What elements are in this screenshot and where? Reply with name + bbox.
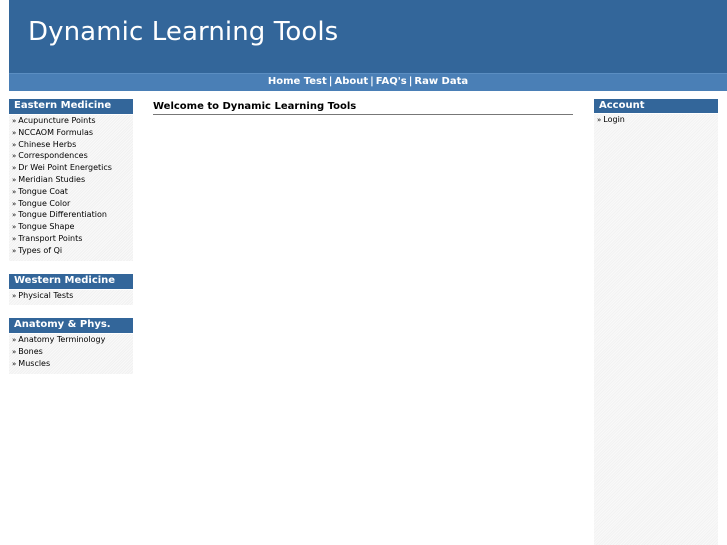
nav-about-link[interactable]: About: [334, 76, 368, 87]
western-medicine-box: Western Medicine » Physical Tests: [9, 273, 133, 306]
link-transport-points[interactable]: Transport Points: [18, 234, 82, 243]
bullet-icon: »: [12, 211, 17, 220]
link-dr-wei-point-energetics[interactable]: Dr Wei Point Energetics: [18, 163, 112, 172]
bullet-icon: »: [12, 117, 17, 125]
left-sidebar: Eastern Medicine » Acupuncture Points » NC…: [9, 99, 133, 545]
list-item: » Physical Tests: [9, 290, 133, 302]
right-sidebar: Account » Login: [594, 99, 718, 545]
link-types-of-qi[interactable]: Types of Qi: [18, 246, 62, 255]
bullet-icon: »: [12, 128, 17, 137]
link-tongue-differentiation[interactable]: Tongue Differentiation: [18, 210, 107, 219]
list-item: » NCCAOM Formulas: [9, 127, 133, 139]
site-title: Dynamic Learning Tools: [28, 17, 339, 47]
link-chinese-herbs[interactable]: Chinese Herbs: [18, 140, 76, 149]
bullet-icon: »: [12, 359, 17, 368]
list-item: » Tongue Coat: [9, 186, 133, 198]
link-tongue-coat[interactable]: Tongue Coat: [18, 187, 68, 196]
list-item: » Transport Points: [9, 233, 133, 245]
link-acupuncture-points[interactable]: Acupuncture Points: [18, 116, 95, 125]
anatomy-phys-title: Anatomy & Phys.: [9, 318, 133, 335]
bullet-icon: »: [12, 140, 17, 149]
bullet-icon: »: [12, 152, 17, 161]
bullet-icon: »: [12, 291, 17, 300]
bullet-icon: »: [12, 199, 17, 208]
list-item: » Types of Qi: [9, 245, 133, 257]
link-correspondences[interactable]: Correspondences: [18, 151, 87, 160]
page-title: Welcome to Dynamic Learning Tools: [153, 99, 573, 115]
link-anatomy-terminology[interactable]: Anatomy Terminology: [18, 335, 105, 344]
nav-home-test-link[interactable]: Home Test: [268, 76, 327, 87]
list-item: » Tongue Color: [9, 198, 133, 210]
bullet-icon: »: [12, 336, 17, 345]
account-list: » Login: [594, 114, 718, 130]
link-physical-tests[interactable]: Physical Tests: [18, 291, 73, 300]
bullet-icon: »: [12, 164, 17, 173]
link-meridian-studies[interactable]: Meridian Studies: [18, 175, 85, 184]
sidebar-spacer: [9, 260, 133, 274]
bullet-icon: »: [597, 116, 602, 124]
eastern-medicine-box: Eastern Medicine » Acupuncture Points » NC…: [9, 99, 133, 261]
anatomy-phys-list: » Anatomy Terminology » Bones » Muscles: [9, 334, 133, 373]
link-nccaom-formulas[interactable]: NCCAOM Formulas: [18, 128, 93, 137]
site-header: Dynamic Learning Tools: [9, 0, 727, 73]
sidebar-spacer: [9, 305, 133, 319]
bullet-icon: »: [12, 246, 17, 255]
list-item: » Anatomy Terminology: [9, 334, 133, 346]
list-item: » Login: [594, 114, 718, 126]
list-item: » Bones: [9, 346, 133, 358]
bullet-icon: »: [12, 175, 17, 184]
western-medicine-title: Western Medicine: [9, 273, 133, 290]
account-title: Account: [594, 99, 718, 114]
right-sidebar-background: [594, 115, 718, 545]
bullet-icon: »: [12, 348, 17, 357]
link-tongue-color[interactable]: Tongue Color: [18, 199, 70, 208]
bullet-icon: »: [12, 187, 17, 196]
nav-faqs-link[interactable]: FAQ's: [376, 76, 407, 87]
link-muscles[interactable]: Muscles: [18, 359, 50, 368]
login-link[interactable]: Login: [603, 115, 625, 124]
account-box: » Login: [594, 114, 718, 130]
eastern-medicine-list: » Acupuncture Points » NCCAOM Formulas » Ch…: [9, 115, 133, 261]
list-item: » Meridian Studies: [9, 174, 133, 186]
link-tongue-shape[interactable]: Tongue Shape: [18, 222, 74, 231]
nav-raw-data-link[interactable]: Raw Data: [414, 76, 468, 87]
main-content: Welcome to Dynamic Learning Tools: [153, 99, 573, 115]
list-item: » Dr Wei Point Energetics: [9, 162, 133, 174]
list-item: » Tongue Shape: [9, 221, 133, 233]
list-item: » Correspondences: [9, 150, 133, 162]
bullet-icon: »: [12, 234, 17, 243]
western-medicine-list: » Physical Tests: [9, 290, 133, 306]
anatomy-phys-box: Anatomy & Phys. » Anatomy Terminology » Bo…: [9, 318, 133, 374]
page-frame: Dynamic Learning Tools Home Test | About | F…: [9, 0, 727, 545]
bullet-icon: »: [12, 223, 17, 232]
list-item: » Tongue Differentiation: [9, 209, 133, 221]
list-item: » Muscles: [9, 358, 133, 370]
link-bones[interactable]: Bones: [18, 347, 43, 356]
list-item: » Chinese Herbs: [9, 139, 133, 151]
top-nav: Home Test | About | FAQ's | Raw Data: [9, 73, 727, 91]
nav-separator: |: [370, 76, 374, 87]
eastern-medicine-title: Eastern Medicine: [9, 99, 133, 115]
list-item: » Acupuncture Points: [9, 115, 133, 127]
